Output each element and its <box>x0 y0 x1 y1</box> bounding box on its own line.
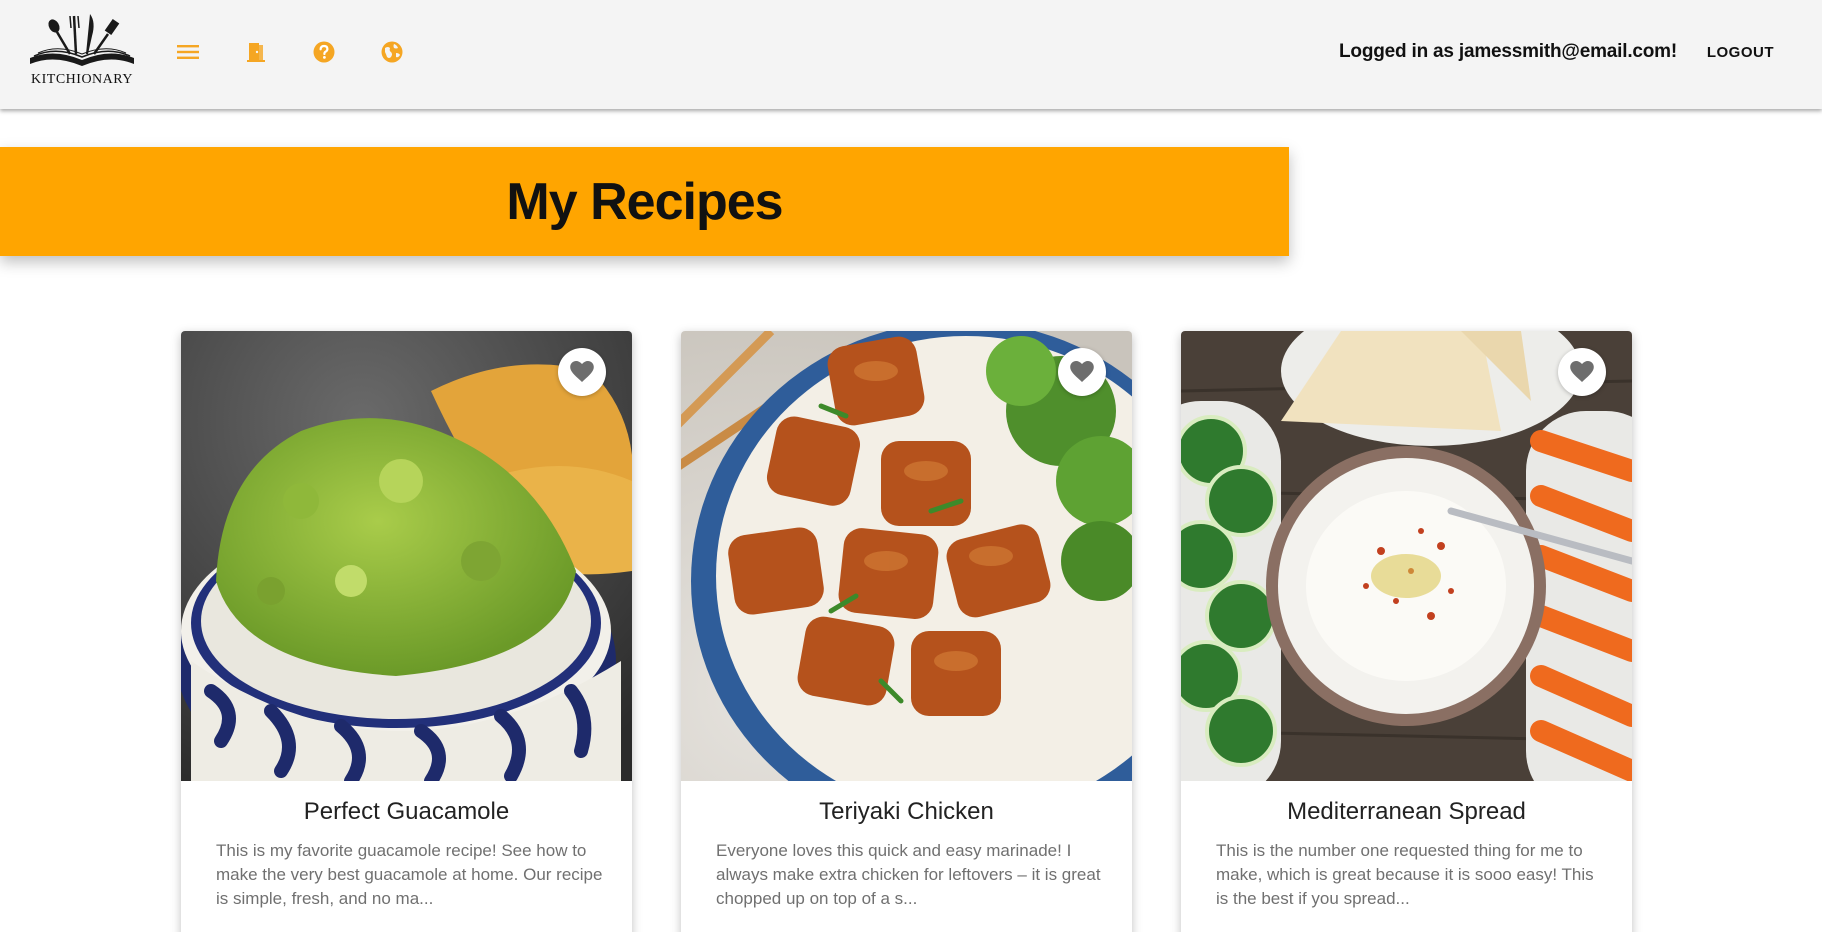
menu-icon <box>177 45 199 59</box>
guacamole-photo <box>181 331 632 781</box>
page-title: My Recipes <box>506 172 783 231</box>
recipe-title[interactable]: Mediterranean Spread <box>1181 798 1632 826</box>
mediterranean-spread-photo <box>1181 331 1632 781</box>
favorite-button[interactable] <box>1058 348 1106 396</box>
recipe-description: Everyone loves this quick and easy marin… <box>716 841 1101 908</box>
heart-icon <box>1070 361 1094 382</box>
teriyaki-chicken-photo <box>681 331 1132 781</box>
logout-button[interactable]: LOGOUT <box>1699 40 1782 65</box>
heart-icon <box>570 361 594 382</box>
globe-icon-button[interactable] <box>378 38 406 66</box>
recipe-image-guacamole[interactable] <box>181 331 632 781</box>
recipe-title[interactable]: Teriyaki Chicken <box>681 798 1132 826</box>
favorite-button[interactable] <box>558 348 606 396</box>
kitchionary-logo[interactable]: KITCHIONARY <box>24 12 140 88</box>
top-app-bar: KITCHIONARY Logged in as jamessmith@emai… <box>0 0 1822 109</box>
recipe-title[interactable]: Perfect Guacamole <box>181 798 632 826</box>
recipe-image-mediterranean-spread[interactable] <box>1181 331 1632 781</box>
logged-in-user-text: Logged in as jamessmith@email.com! <box>1339 41 1677 62</box>
recipe-description: This is the number one requested thing f… <box>1216 841 1594 908</box>
logo-text: KITCHIONARY <box>31 72 133 87</box>
menu-icon-button[interactable] <box>174 38 202 66</box>
door-icon-button[interactable] <box>242 38 270 66</box>
help-icon-button[interactable] <box>310 38 338 66</box>
door-icon <box>247 43 265 62</box>
recipe-card-guacamole[interactable]: Perfect Guacamole This is my favorite gu… <box>181 331 632 932</box>
heart-icon <box>1570 361 1594 382</box>
help-icon <box>313 41 335 63</box>
recipe-card-mediterranean-spread[interactable]: Mediterranean Spread This is the number … <box>1181 331 1632 932</box>
recipe-card-teriyaki-chicken[interactable]: Teriyaki Chicken Everyone loves this qui… <box>681 331 1132 932</box>
book-utensils-icon <box>30 14 134 66</box>
recipe-image-teriyaki-chicken[interactable] <box>681 331 1132 781</box>
page-title-banner: My Recipes <box>0 147 1289 256</box>
globe-icon <box>381 41 403 63</box>
recipe-description: This is my favorite guacamole recipe! Se… <box>216 841 603 908</box>
favorite-button[interactable] <box>1558 348 1606 396</box>
